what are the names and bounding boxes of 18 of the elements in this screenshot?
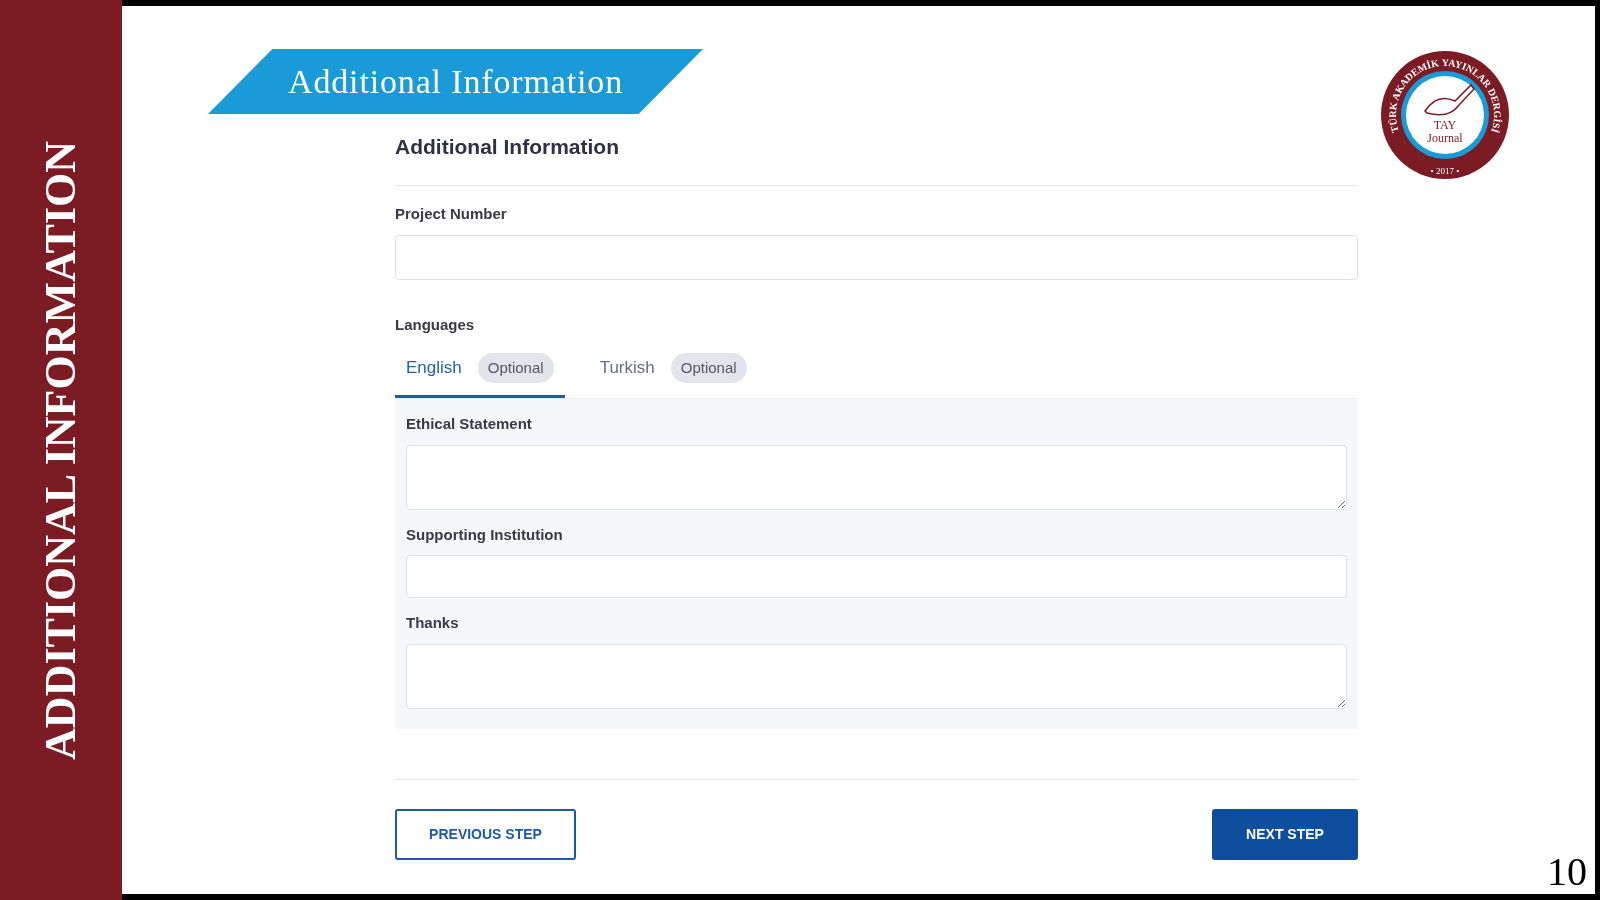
language-tab[interactable]: Turkish Optional: [588, 348, 758, 398]
optional-badge: Optional: [477, 352, 554, 383]
input-field[interactable]: [395, 235, 1358, 280]
field-label: Ethical Statement: [406, 414, 533, 434]
title-banner: Additional Information: [208, 49, 703, 114]
next-button[interactable]: NEXT STEP: [1212, 808, 1358, 860]
page-number: 10: [1547, 852, 1587, 892]
field-label: Languages: [395, 315, 476, 335]
text-area[interactable]: [406, 444, 1347, 510]
field-label: Thanks: [406, 613, 460, 633]
optional-badge: Optional: [670, 352, 747, 383]
input-field[interactable]: [406, 555, 1347, 598]
side-title: ADDITIONAL INFORMATION: [35, 140, 86, 760]
text-area[interactable]: [406, 643, 1347, 709]
form-title: Additional Information: [395, 134, 620, 160]
previous-button[interactable]: PREVIOUS STEP: [395, 808, 576, 860]
field-label: Project Number: [395, 203, 508, 224]
field-label: Supporting Institution: [406, 524, 564, 545]
